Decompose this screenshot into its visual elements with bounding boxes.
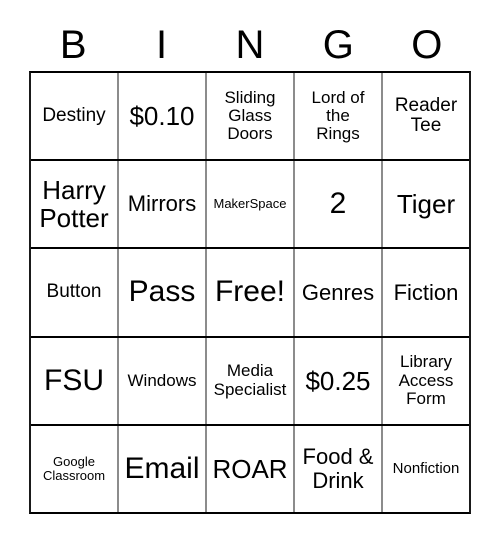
bingo-cell-label: Tiger — [396, 189, 456, 220]
bingo-cell-r4-c3[interactable]: Media Specialist — [207, 337, 295, 424]
bingo-cell-label: Sliding Glass Doors — [224, 87, 276, 144]
bingo-cell-label: Free! — [214, 275, 286, 309]
bingo-cell-r3-c3[interactable]: Free! — [207, 249, 295, 336]
bingo-cell-label: Media Specialist — [213, 361, 287, 399]
bingo-cell-r4-c1[interactable]: FSU — [31, 337, 119, 424]
bingo-header-letter-i: I — [156, 22, 168, 67]
bingo-cell-label: FSU — [44, 363, 104, 397]
bingo-header-letter-b: B — [59, 22, 87, 67]
bingo-cell-r4-c4[interactable]: $0.25 — [295, 337, 383, 424]
bingo-cell-r2-c2[interactable]: Mirrors — [119, 161, 207, 248]
bingo-header-letter-g: G — [322, 22, 354, 67]
bingo-cell-r5-c4[interactable]: Food & Drink — [295, 425, 383, 513]
bingo-cell-r3-c4[interactable]: Genres — [295, 249, 383, 336]
bingo-cell-r5-c3[interactable]: ROAR — [207, 425, 295, 513]
bingo-cell-label: Button — [46, 281, 102, 303]
bingo-cell-label: MakerSpace — [213, 196, 287, 212]
bingo-cell-r1-c5[interactable]: Reader Tee — [383, 73, 469, 160]
bingo-cell-r2-c4[interactable]: 2 — [295, 161, 383, 248]
bingo-cell-label: Google Classroom — [42, 453, 106, 483]
bingo-row: Google Classroom Email ROAR Food & Drink Non… — [31, 425, 469, 513]
bingo-cell-r3-c1[interactable]: Button — [31, 249, 119, 336]
bingo-cell-r1-c3[interactable]: Sliding Glass Doors — [207, 73, 295, 160]
bingo-header-letter-o: O — [411, 22, 443, 67]
bingo-cell-label: Harry Potter — [39, 175, 109, 234]
bingo-cell-r1-c4[interactable]: Lord of the Rings — [295, 73, 383, 160]
bingo-cell-label: Pass — [128, 275, 196, 309]
bingo-cell-label: Library Access Form — [398, 352, 454, 408]
bingo-cell-r4-c5[interactable]: Library Access Form — [383, 337, 469, 424]
bingo-cell-label: Destiny — [42, 104, 106, 126]
bingo-cell-r4-c2[interactable]: Windows — [119, 337, 207, 424]
bingo-grid: Destiny $0.10 Sliding Glass Doors Lord of t… — [29, 71, 471, 514]
bingo-cell-label: Fiction — [393, 279, 459, 305]
bingo-cell-label: Mirrors — [127, 191, 197, 217]
bingo-cell-label: Email — [124, 451, 200, 485]
bingo-header: BINGO — [29, 18, 471, 71]
bingo-row: Harry Potter Mirrors MakerSpace 2 Tiger — [31, 161, 469, 250]
bingo-cell-label: $0.10 — [129, 101, 195, 132]
bingo-cell-label: $0.25 — [305, 365, 371, 396]
bingo-cell-r3-c5[interactable]: Fiction — [383, 249, 469, 336]
bingo-cell-r3-c2[interactable]: Pass — [119, 249, 207, 336]
bingo-cell-label: ROAR — [212, 453, 288, 484]
bingo-card: B I N G O Destiny $0.10 Sliding Glass Doors Lor… — [0, 0, 500, 544]
bingo-cell-r5-c2[interactable]: Email — [119, 425, 207, 513]
bingo-header-letter-n: N — [235, 22, 265, 67]
bingo-cell-r5-c5[interactable]: Nonfiction — [383, 425, 469, 513]
bingo-cell-label: Reader Tee — [394, 94, 458, 137]
bingo-row: Button Pass Free! Genres Fiction — [31, 249, 469, 338]
bingo-cell-label: 2 — [329, 187, 347, 221]
bingo-cell-label: Genres — [301, 279, 375, 305]
bingo-cell-r2-c3[interactable]: MakerSpace — [207, 161, 295, 248]
bingo-cell-r1-c1[interactable]: Destiny — [31, 73, 119, 160]
bingo-cell-label: Windows — [127, 370, 197, 390]
bingo-cell-r2-c5[interactable]: Tiger — [383, 161, 469, 248]
bingo-cell-label: Lord of the Rings — [311, 87, 365, 144]
bingo-row: FSU Windows Media Specialist $0.25 Library A… — [31, 337, 469, 426]
bingo-row: Destiny $0.10 Sliding Glass Doors Lord of t… — [31, 73, 469, 162]
bingo-cell-r2-c1[interactable]: Harry Potter — [31, 161, 119, 248]
bingo-cell-r5-c1[interactable]: Google Classroom — [31, 425, 119, 513]
bingo-cell-label: Nonfiction — [392, 459, 460, 477]
bingo-cell-r1-c2[interactable]: $0.10 — [119, 73, 207, 160]
bingo-cell-label: Food & Drink — [302, 444, 374, 493]
